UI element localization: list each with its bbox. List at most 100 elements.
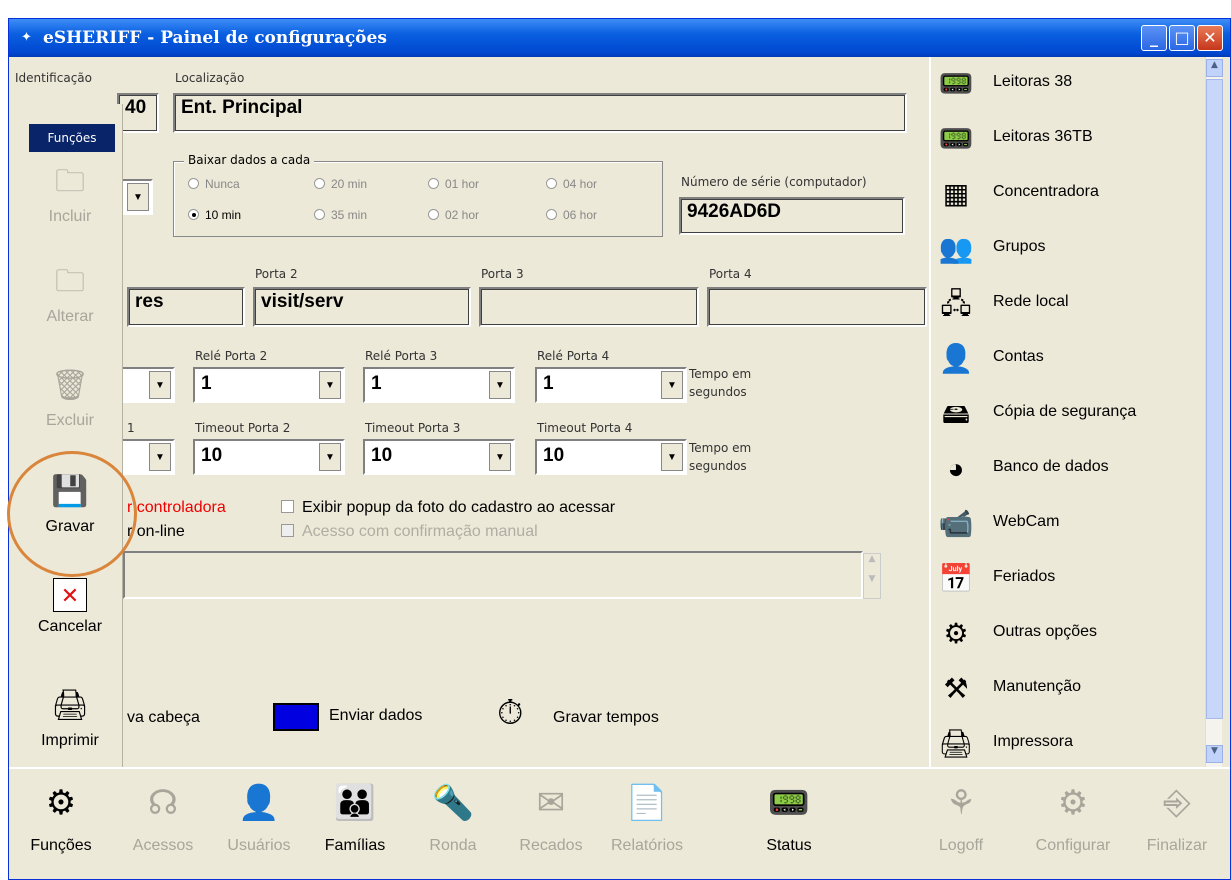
radio-04hor[interactable]: 04 hor bbox=[546, 177, 597, 191]
popup-checkbox[interactable]: Exibir popup da foto do cadastro ao aces… bbox=[281, 499, 615, 517]
reader-icon: 📟 bbox=[938, 68, 974, 99]
close-button[interactable]: ✕ bbox=[1197, 25, 1223, 51]
radio-35min[interactable]: 35 min bbox=[314, 208, 367, 222]
close-icon: ✕ bbox=[1203, 28, 1217, 47]
right-item-webcam[interactable]: 📹 WebCam bbox=[937, 499, 1217, 551]
title-bar[interactable]: ✦ eSHERIFF - Painel de configurações _ □… bbox=[9, 19, 1230, 57]
segundos-label-2: segundos bbox=[689, 459, 747, 473]
right-item-feriados[interactable]: 📅 Feriados bbox=[937, 554, 1217, 606]
tools-icon: ⚒ bbox=[943, 673, 969, 704]
highlight-circle bbox=[7, 451, 137, 577]
scroll-thumb[interactable] bbox=[1206, 79, 1223, 719]
excluir-button[interactable]: 🗑 Excluir bbox=[17, 366, 123, 430]
bottom-configurar-button[interactable]: ⚙ Configurar bbox=[1023, 779, 1123, 855]
imprimir-button[interactable]: 🖨 Imprimir bbox=[17, 686, 123, 750]
radio-10min[interactable]: 10 min bbox=[188, 208, 241, 222]
reader-icon: 📟 bbox=[938, 123, 974, 154]
timeout1-combo[interactable]: ▼ bbox=[119, 439, 175, 475]
identificacao-field[interactable]: 40 bbox=[117, 93, 159, 133]
bottom-usuarios-button[interactable]: 👤 Usuários bbox=[215, 779, 303, 855]
right-item-rede-local[interactable]: 🖧 Rede local bbox=[937, 279, 1217, 331]
logoff-icon: ⚘ bbox=[945, 784, 977, 822]
rele3-label: Relé Porta 3 bbox=[365, 349, 438, 363]
enviar-dados-icon[interactable] bbox=[273, 703, 319, 731]
radio-01hor[interactable]: 01 hor bbox=[428, 177, 479, 191]
rele3-combo[interactable]: 1 ▼ bbox=[363, 367, 515, 403]
localizacao-field[interactable]: Ent. Principal bbox=[173, 93, 907, 133]
bottom-finalizar-button[interactable]: ⎆ Finalizar bbox=[1133, 779, 1221, 855]
database-icon: ◕ bbox=[947, 453, 965, 484]
bottom-ronda-button[interactable]: 🔦 Ronda bbox=[409, 779, 497, 855]
numero-serie-label: Número de série (computador) bbox=[681, 175, 867, 189]
rele2-combo[interactable]: 1 ▼ bbox=[193, 367, 345, 403]
bottom-acessos-button[interactable]: ☊ Acessos bbox=[119, 779, 207, 855]
radio-06hor[interactable]: 06 hor bbox=[546, 208, 597, 222]
rele4-combo[interactable]: 1 ▼ bbox=[535, 367, 687, 403]
cancelar-button[interactable]: ✕ Cancelar bbox=[17, 578, 123, 636]
localizacao-label: Localização bbox=[175, 71, 245, 85]
checkbox-icon bbox=[281, 500, 294, 513]
chevron-down-icon: ▼ bbox=[319, 443, 341, 471]
printer-icon: 🖨 bbox=[938, 728, 974, 759]
scroll-down-icon[interactable]: ▼ bbox=[1206, 745, 1223, 763]
right-item-copia-seguranca[interactable]: 🖴 Cópia de segurança bbox=[937, 389, 1217, 441]
bottom-recados-button[interactable]: ✉ Recados bbox=[507, 779, 595, 855]
circuit-board-icon: ▦ bbox=[942, 178, 970, 209]
right-item-leitoras-38[interactable]: 📟 Leitoras 38 bbox=[937, 59, 1217, 111]
timeout3-combo[interactable]: 10 ▼ bbox=[363, 439, 515, 475]
rele4-label: Relé Porta 4 bbox=[537, 349, 610, 363]
porta4-field[interactable] bbox=[707, 287, 927, 327]
bottom-relatorios-button[interactable]: 📄 Relatórios bbox=[603, 779, 691, 855]
alterar-button[interactable]: 🗀 Alterar bbox=[17, 262, 123, 326]
incluir-button[interactable]: 🗀 Incluir bbox=[17, 162, 123, 226]
timeout4-combo[interactable]: 10 ▼ bbox=[535, 439, 687, 475]
segundos-label: segundos bbox=[689, 385, 747, 399]
options-scrollbar[interactable]: ▲ ▼ bbox=[1205, 57, 1223, 767]
cabeca-button[interactable]: va cabeça bbox=[127, 709, 200, 727]
bottom-logoff-button[interactable]: ⚘ Logoff bbox=[917, 779, 1005, 855]
porta3-field[interactable] bbox=[479, 287, 699, 327]
right-item-outras-opcoes[interactable]: ⚙ Outras opções bbox=[937, 609, 1217, 661]
scroll-up-icon[interactable]: ▲ bbox=[1206, 59, 1223, 77]
memo-scrollbar[interactable]: ▲ ▼ bbox=[863, 553, 881, 599]
right-item-concentradora[interactable]: ▦ Concentradora bbox=[937, 169, 1217, 221]
porta2-field[interactable]: visit/serv bbox=[253, 287, 471, 327]
radio-nunca[interactable]: Nunca bbox=[188, 177, 240, 191]
right-item-impressora[interactable]: 🖨 Impressora bbox=[937, 719, 1217, 771]
stopwatch-icon[interactable]: ⏱ bbox=[497, 693, 524, 733]
right-item-contas[interactable]: 👤 Contas bbox=[937, 334, 1217, 386]
controladora-check-label[interactable]: r controladora bbox=[127, 499, 226, 517]
maximize-button[interactable]: □ bbox=[1169, 25, 1195, 51]
chevron-down-icon: ▼ bbox=[661, 371, 683, 399]
radio-02hor[interactable]: 02 hor bbox=[428, 208, 479, 222]
radio-20min[interactable]: 20 min bbox=[314, 177, 367, 191]
observation-memo[interactable]: ▲ ▼ bbox=[123, 551, 881, 599]
gravar-tempos-button[interactable]: Gravar tempos bbox=[553, 709, 659, 727]
checkbox-icon bbox=[281, 524, 294, 537]
funcoes-header: Funções bbox=[29, 124, 115, 152]
bottom-familias-button[interactable]: 👪 Famílias bbox=[311, 779, 399, 855]
right-item-leitoras-36tb[interactable]: 📟 Leitoras 36TB bbox=[937, 114, 1217, 166]
porta1-field[interactable]: res bbox=[127, 287, 245, 327]
baixar-dados-group: Baixar dados a cada Nunca 20 min 01 hor … bbox=[173, 153, 663, 237]
bottom-funcoes-button[interactable]: ⚙ Funções bbox=[17, 779, 105, 855]
rele1-combo[interactable]: ▼ bbox=[119, 367, 175, 403]
trash-icon: 🗑 bbox=[50, 369, 90, 402]
timeout1-label-fragment: 1 bbox=[127, 421, 135, 435]
enviar-dados-button[interactable]: Enviar dados bbox=[329, 707, 422, 725]
chevron-down-icon: ▼ bbox=[319, 371, 341, 399]
bottom-status-button[interactable]: 📟 Status bbox=[745, 779, 833, 855]
confirmacao-checkbox[interactable]: Acesso com confirmação manual bbox=[281, 523, 538, 541]
right-item-banco-dados[interactable]: ◕ Banco de dados bbox=[937, 444, 1217, 496]
minimize-button[interactable]: _ bbox=[1141, 25, 1167, 51]
options-icon: ⚙ bbox=[943, 618, 969, 649]
numero-serie-field[interactable]: 9426AD6D bbox=[679, 197, 905, 235]
timeout2-combo[interactable]: 10 ▼ bbox=[193, 439, 345, 475]
right-item-grupos[interactable]: 👥 Grupos bbox=[937, 224, 1217, 276]
minimize-icon: _ bbox=[1150, 28, 1158, 47]
chevron-down-icon: ▼ bbox=[149, 443, 171, 471]
right-item-manutencao[interactable]: ⚒ Manutenção bbox=[937, 664, 1217, 716]
cancel-x-icon: ✕ bbox=[53, 578, 87, 612]
bottom-toolbar: ⚙ Funções ☊ Acessos 👤 Usuários 👪 Famílias 🔦 R… bbox=[9, 767, 1230, 879]
calendar-icon: 📅 bbox=[938, 563, 974, 594]
